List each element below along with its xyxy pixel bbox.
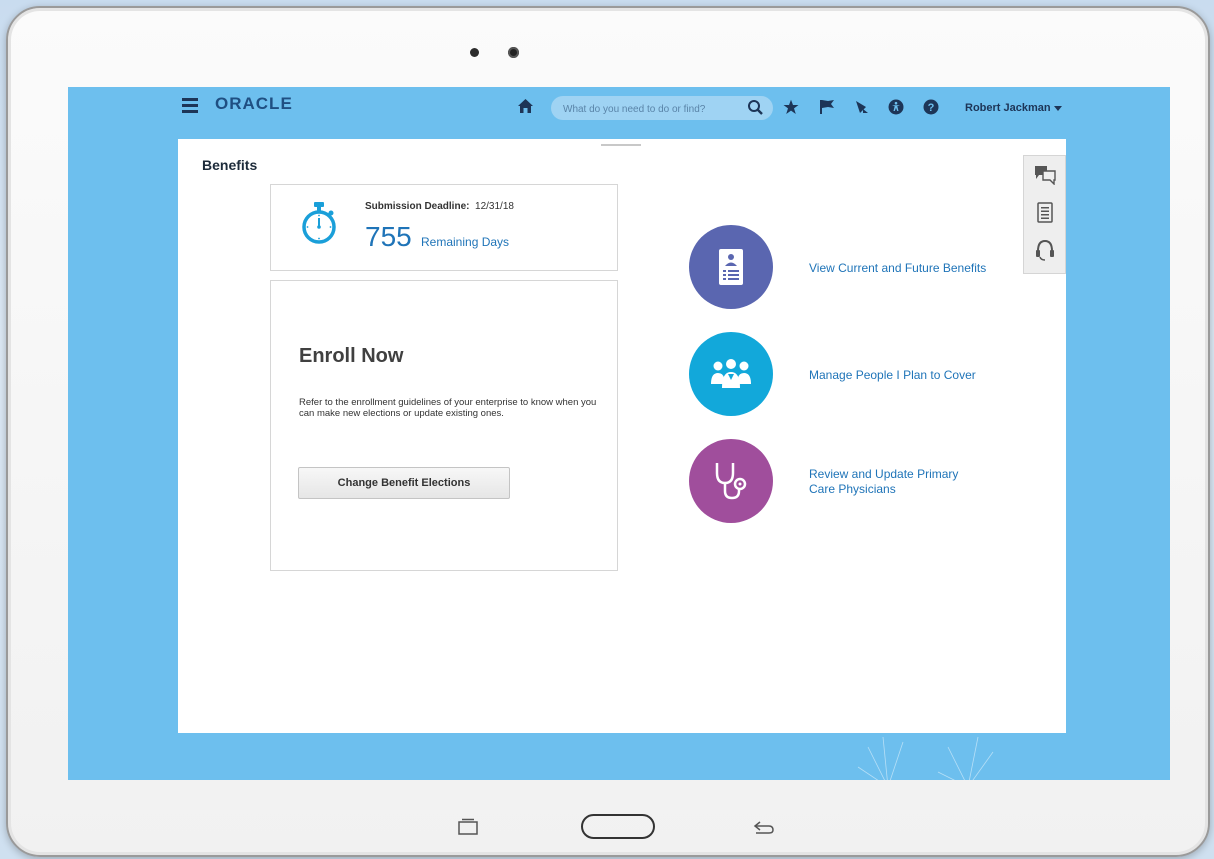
- deadline-date: 12/31/18: [475, 201, 514, 212]
- global-header: ORACLE What do you need to do or find? ?…: [68, 87, 1170, 131]
- help-icon[interactable]: ?: [923, 99, 939, 115]
- svg-text:?: ?: [928, 102, 935, 114]
- people-icon: [711, 359, 751, 388]
- flag-icon[interactable]: [819, 99, 836, 115]
- chat-bubbles-icon: [1035, 166, 1056, 185]
- stethoscope-icon: [715, 463, 747, 500]
- notifications-bell-icon[interactable]: [854, 99, 870, 115]
- chevron-down-icon: [1053, 105, 1062, 111]
- primary-care-action[interactable]: Review and Update Primary Care Physician…: [689, 439, 1009, 525]
- headset-icon: [1036, 239, 1054, 261]
- conversations-button[interactable]: [1024, 156, 1065, 193]
- benefits-page: Benefits Submission Deadline: 12/31/18 7…: [178, 139, 1066, 733]
- favorites-star-icon[interactable]: [783, 99, 799, 115]
- tablet-frame: ORACLE What do you need to do or find? ?…: [6, 6, 1210, 857]
- oracle-logo: ORACLE: [215, 94, 293, 113]
- back-icon[interactable]: [753, 818, 775, 836]
- support-button[interactable]: [1024, 232, 1065, 269]
- camera-icon: [470, 48, 479, 57]
- dandelion-decoration: [857, 736, 994, 780]
- recent-apps-button[interactable]: [456, 818, 480, 836]
- primary-care-link[interactable]: Review and Update Primary Care Physician…: [809, 467, 984, 497]
- stopwatch-icon: [302, 202, 336, 244]
- home-button[interactable]: [581, 814, 655, 839]
- home-icon[interactable]: [517, 98, 534, 114]
- search-icon[interactable]: [747, 99, 764, 116]
- change-benefit-elections-button[interactable]: Change Benefit Elections: [298, 467, 510, 499]
- navigator-menu-icon[interactable]: [182, 98, 198, 113]
- drag-handle[interactable]: [601, 144, 641, 146]
- remaining-days-count: 755: [365, 221, 412, 252]
- view-benefits-action[interactable]: View Current and Future Benefits: [689, 225, 1009, 311]
- enroll-description: Refer to the enrollment guidelines of yo…: [299, 397, 597, 419]
- document-button[interactable]: [1024, 194, 1065, 231]
- page-title: Benefits: [202, 157, 258, 173]
- app-screen: ORACLE What do you need to do or find? ?…: [68, 87, 1170, 780]
- user-menu[interactable]: Robert Jackman: [965, 102, 1062, 114]
- document-icon: [1037, 202, 1053, 223]
- id-card-icon: [719, 249, 743, 285]
- deadline-card: Submission Deadline: 12/31/18 755 Remain…: [270, 184, 618, 271]
- accessibility-icon[interactable]: [888, 99, 904, 115]
- global-search: [551, 96, 773, 120]
- manage-people-action[interactable]: Manage People I Plan to Cover: [689, 332, 1009, 418]
- camera-lens-icon: [508, 47, 519, 58]
- enroll-title: Enroll Now: [299, 345, 404, 367]
- enroll-card: Enroll Now Refer to the enrollment guide…: [270, 280, 618, 571]
- view-benefits-link[interactable]: View Current and Future Benefits: [809, 261, 989, 276]
- remaining-days-label: Remaining Days: [421, 235, 510, 249]
- manage-people-link[interactable]: Manage People I Plan to Cover: [809, 368, 989, 383]
- deadline-label: Submission Deadline: 12/31/18: [365, 201, 514, 212]
- user-name: Robert Jackman: [965, 102, 1051, 114]
- search-input[interactable]: [561, 99, 745, 119]
- side-toolbar: [1023, 155, 1066, 274]
